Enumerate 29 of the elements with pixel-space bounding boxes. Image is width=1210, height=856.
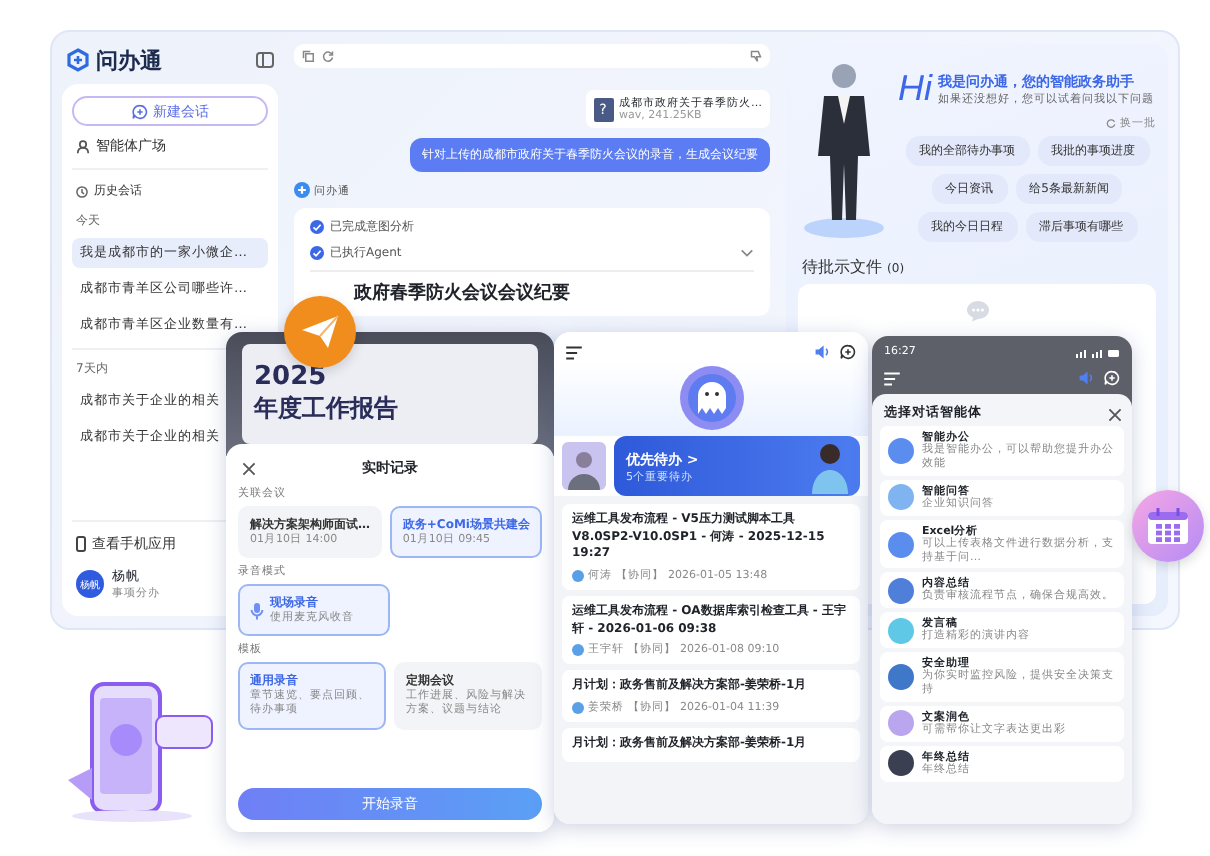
chevron-down-icon[interactable]	[740, 248, 754, 258]
person-silhouette-icon	[808, 438, 852, 494]
cover-title: 年度工作报告	[254, 392, 400, 426]
user-icon	[76, 139, 90, 153]
copy-icon[interactable]	[302, 50, 314, 62]
close-button[interactable]	[1104, 404, 1124, 424]
refresh-icon[interactable]	[322, 50, 334, 62]
chat-bubble-icon	[965, 300, 989, 322]
phone-icon	[76, 536, 86, 552]
hi-heading: Hi	[898, 68, 932, 110]
author-avatar-icon	[572, 569, 584, 582]
status-icons	[1076, 347, 1120, 357]
author-avatar-icon	[572, 701, 584, 714]
logo-text: 问办通	[96, 45, 162, 75]
logo-icon	[66, 48, 90, 72]
author-avatar-icon	[572, 643, 584, 656]
bot-avatar-icon	[294, 182, 310, 198]
speaker-icon[interactable]	[814, 344, 830, 360]
person-card-drawing	[562, 442, 606, 490]
cover-year: 2025	[254, 362, 329, 392]
new-chat-icon[interactable]	[840, 344, 856, 360]
refresh-icon	[1106, 118, 1116, 128]
microphone-icon	[250, 601, 264, 620]
sidebar-toggle-icon[interactable]	[256, 52, 274, 68]
close-button[interactable]	[238, 458, 258, 478]
menu-icon[interactable]	[566, 345, 582, 359]
mascot-drawing	[677, 364, 745, 432]
clock-icon	[76, 185, 88, 197]
thumbs-down-icon[interactable]	[750, 50, 762, 62]
